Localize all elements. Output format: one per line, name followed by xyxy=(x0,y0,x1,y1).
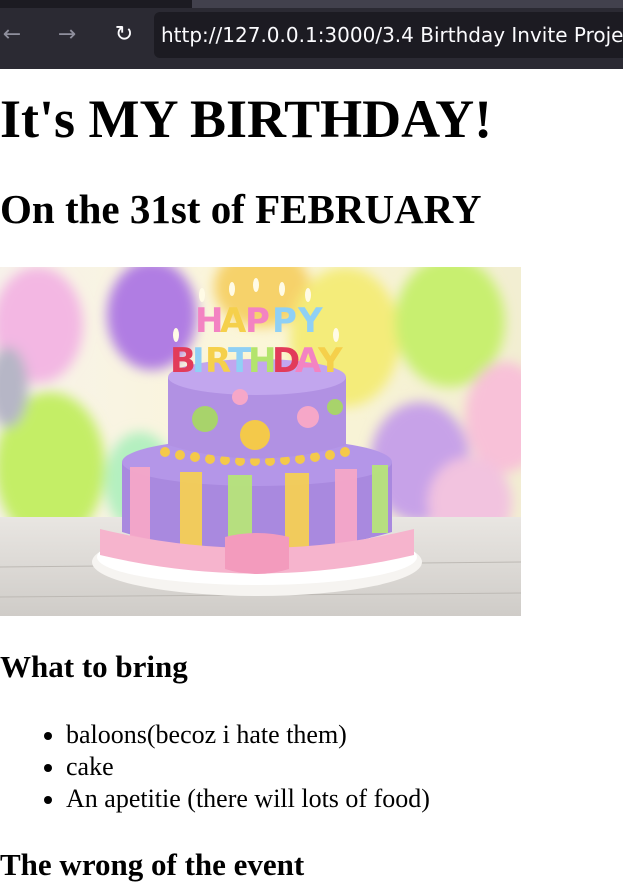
page-title: It's MY BIRTHDAY! xyxy=(0,89,493,149)
svg-text:Y: Y xyxy=(317,341,343,381)
address-bar[interactable]: http://127.0.0.1:3000/3.4 Birthday Invit… xyxy=(154,12,623,58)
reload-icon: ↻ xyxy=(114,22,134,47)
svg-text:P: P xyxy=(272,301,297,341)
active-tab[interactable] xyxy=(192,0,623,8)
arrow-right-icon: → xyxy=(57,22,77,47)
page-subtitle: On the 31st of FEBRUARY xyxy=(0,186,482,232)
svg-text:I: I xyxy=(192,341,205,381)
bring-list: baloons(becoz i hate them) cake An apeti… xyxy=(0,719,430,815)
birthday-cake-image: H A P P Y B I R T H D A Y xyxy=(0,267,521,616)
forward-button[interactable]: → xyxy=(49,17,85,53)
next-section-heading: The wrong of the event xyxy=(0,847,305,882)
arrow-left-icon: ← xyxy=(2,22,22,47)
list-item: baloons(becoz i hate them) xyxy=(66,719,430,751)
tab-strip xyxy=(0,0,623,8)
list-item: An apetitie (there will lots of food) xyxy=(66,783,430,815)
reload-button[interactable]: ↻ xyxy=(106,17,142,53)
url-text[interactable]: http://127.0.0.1:3000/3.4 Birthday Invit… xyxy=(161,23,623,47)
list-item: cake xyxy=(66,751,430,783)
what-to-bring-heading: What to bring xyxy=(0,649,188,684)
browser-toolbar: ← → ↻ http://127.0.0.1:3000/3.4 Birthday… xyxy=(0,0,623,69)
svg-text:Y: Y xyxy=(297,301,323,341)
svg-text:P: P xyxy=(245,301,270,341)
back-button[interactable]: ← xyxy=(0,17,30,53)
svg-text:A: A xyxy=(220,301,247,341)
